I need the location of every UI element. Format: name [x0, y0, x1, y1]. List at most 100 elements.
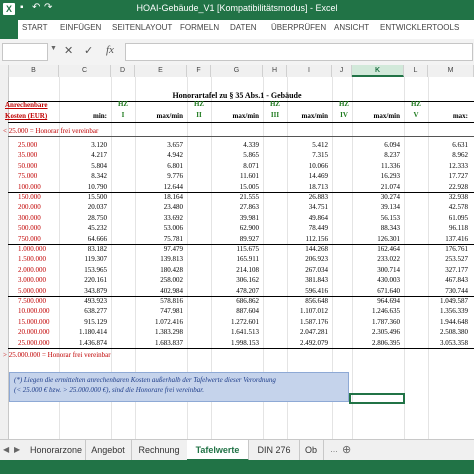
value-cell[interactable]: 153.965	[59, 266, 107, 274]
value-cell[interactable]: 467.843	[428, 276, 468, 284]
value-cell[interactable]: 4.217	[59, 151, 107, 159]
value-cell[interactable]: 1.436.874	[59, 339, 107, 347]
value-cell[interactable]: 12.333	[428, 162, 468, 170]
value-cell[interactable]: 7.315	[287, 151, 328, 159]
value-cell[interactable]: 964.694	[352, 297, 400, 305]
value-cell[interactable]: 112.156	[287, 235, 329, 243]
value-cell[interactable]: 887.604	[211, 307, 259, 315]
add-sheet-icon[interactable]: ⊕	[342, 443, 351, 456]
value-cell[interactable]: 1.272.601	[211, 318, 259, 326]
value-cell[interactable]: 62.900	[211, 224, 259, 232]
value-cell[interactable]: 64.666	[59, 235, 107, 243]
column-header-j[interactable]: J	[332, 65, 352, 77]
value-cell[interactable]: 27.863	[211, 203, 259, 211]
value-cell[interactable]: 1.587.176	[287, 318, 328, 326]
value-cell[interactable]: 2.508.380	[428, 328, 468, 336]
value-cell[interactable]: 49.864	[287, 214, 328, 222]
value-cell[interactable]: 3.053.358	[428, 339, 468, 347]
value-cell[interactable]: 12.644	[135, 183, 183, 191]
tab-einfuegen[interactable]: EINFÜGEN	[60, 23, 101, 32]
value-cell[interactable]: 578.816	[135, 297, 183, 305]
column-header-i[interactable]: I	[287, 65, 332, 77]
value-cell[interactable]: 300.714	[352, 266, 400, 274]
value-cell[interactable]: 8.962	[428, 151, 468, 159]
value-cell[interactable]: 16.293	[352, 172, 400, 180]
value-cell[interactable]: 139.813	[135, 255, 183, 263]
value-cell[interactable]: 1.180.414	[59, 328, 107, 336]
value-cell[interactable]: 1.246.635	[352, 307, 400, 315]
value-cell[interactable]: 42.578	[428, 203, 468, 211]
value-cell[interactable]: 15.500	[59, 193, 107, 201]
value-cell[interactable]: 4.339	[211, 141, 259, 149]
value-cell[interactable]: 306.162	[211, 276, 259, 284]
value-cell[interactable]: 162.464	[352, 245, 400, 253]
tab-seitenlayout[interactable]: SEITENLAYOUT	[112, 23, 172, 32]
value-cell[interactable]: 2.492.079	[287, 339, 328, 347]
column-header-l[interactable]: L	[404, 65, 428, 77]
value-cell[interactable]: 45.232	[59, 224, 107, 232]
value-cell[interactable]: 5.412	[287, 141, 328, 149]
tab-ueberpruefen[interactable]: ÜBERPRÜFEN	[271, 23, 326, 32]
value-cell[interactable]: 1.049.587	[428, 297, 468, 305]
value-cell[interactable]: 126.301	[352, 235, 400, 243]
value-cell[interactable]: 206.923	[287, 255, 328, 263]
scroll-left-icon[interactable]: ◀	[3, 445, 9, 454]
name-box-dropdown-icon[interactable]: ▼	[50, 45, 57, 52]
value-cell[interactable]: 34.751	[287, 203, 328, 211]
value-cell[interactable]: 220.161	[59, 276, 107, 284]
value-cell[interactable]: 686.862	[211, 297, 259, 305]
column-header-m[interactable]: M	[428, 65, 474, 77]
value-cell[interactable]: 39.134	[352, 203, 400, 211]
sheet-tab-rechnung[interactable]: Rechnung	[131, 440, 188, 461]
scroll-right-icon[interactable]: ▶	[14, 445, 20, 454]
column-header-c[interactable]: C	[59, 65, 111, 77]
value-cell[interactable]: 6.631	[428, 141, 468, 149]
sheet-tab-tafelwerte[interactable]: Tafelwerte	[187, 440, 249, 461]
value-cell[interactable]: 1.944.648	[428, 318, 468, 326]
column-header-e[interactable]: E	[135, 65, 187, 77]
value-cell[interactable]: 478.207	[211, 287, 259, 295]
value-cell[interactable]: 747.981	[135, 307, 183, 315]
value-cell[interactable]: 17.727	[428, 172, 468, 180]
value-cell[interactable]: 327.177	[428, 266, 468, 274]
value-cell[interactable]: 915.129	[59, 318, 107, 326]
value-cell[interactable]: 53.006	[135, 224, 183, 232]
value-cell[interactable]: 9.776	[135, 172, 183, 180]
value-cell[interactable]: 6.094	[352, 141, 400, 149]
sheet-tab-angebot[interactable]: Angebot	[85, 440, 132, 461]
value-cell[interactable]: 8.342	[59, 172, 107, 180]
value-cell[interactable]: 39.981	[211, 214, 259, 222]
value-cell[interactable]: 5.804	[59, 162, 107, 170]
value-cell[interactable]: 3.120	[59, 141, 107, 149]
value-cell[interactable]: 26.883	[287, 193, 328, 201]
value-cell[interactable]: 493.923	[59, 297, 107, 305]
tab-entwicklertools[interactable]: ENTWICKLERTOOLS	[380, 23, 459, 32]
value-cell[interactable]: 28.750	[59, 214, 107, 222]
value-cell[interactable]: 119.307	[59, 255, 108, 263]
value-cell[interactable]: 253.527	[428, 255, 468, 263]
value-cell[interactable]: 5.865	[211, 151, 259, 159]
value-cell[interactable]: 10.790	[59, 183, 107, 191]
value-cell[interactable]: 2.047.281	[287, 328, 328, 336]
value-cell[interactable]: 78.449	[287, 224, 328, 232]
value-cell[interactable]: 10.066	[287, 162, 328, 170]
value-cell[interactable]: 1.356.339	[428, 307, 468, 315]
value-cell[interactable]: 33.692	[135, 214, 183, 222]
value-cell[interactable]: 165.911	[211, 255, 260, 263]
value-cell[interactable]: 56.153	[352, 214, 400, 222]
value-cell[interactable]: 61.095	[428, 214, 468, 222]
value-cell[interactable]: 596.416	[287, 287, 328, 295]
value-cell[interactable]: 1.072.416	[135, 318, 183, 326]
value-cell[interactable]: 22.928	[428, 183, 468, 191]
confirm-icon[interactable]: ✓	[84, 44, 93, 57]
formula-input[interactable]	[125, 43, 473, 61]
value-cell[interactable]: 176.761	[428, 245, 468, 253]
value-cell[interactable]: 381.843	[287, 276, 328, 284]
value-cell[interactable]: 2.305.496	[352, 328, 400, 336]
value-cell[interactable]: 1.787.360	[352, 318, 400, 326]
value-cell[interactable]: 233.022	[352, 255, 400, 263]
column-header-h[interactable]: H	[263, 65, 287, 77]
value-cell[interactable]: 14.469	[287, 172, 328, 180]
value-cell[interactable]: 4.942	[135, 151, 183, 159]
value-cell[interactable]: 75.781	[135, 235, 183, 243]
